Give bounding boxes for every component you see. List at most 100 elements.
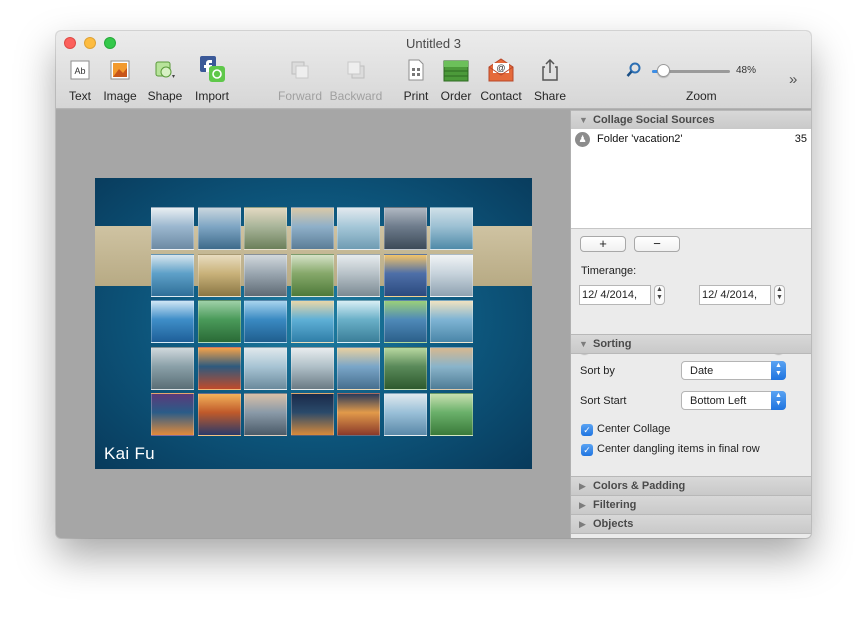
collage-name-text[interactable]: Kai Fu [104,444,155,464]
forward-button[interactable]: Forward [276,57,324,107]
center-collage-label: Center Collage [597,423,671,435]
zoom-slider[interactable] [652,64,730,77]
collage-photo[interactable] [197,207,241,250]
collage-photo[interactable] [197,393,241,436]
center-collage-checkbox[interactable]: ✓ [581,424,593,436]
collage-photo[interactable] [290,393,334,436]
image-tool-label: Image [103,89,137,103]
collage-photo[interactable] [430,253,473,297]
timerange-end-stepper[interactable]: ▲ ▼ [774,285,785,305]
chevron-updown-icon: ▲ ▼ [771,391,786,410]
contact-label: Contact [480,89,522,103]
center-dangling-checkbox[interactable]: ✓ [581,444,593,456]
contact-envelope-icon: @ [488,58,514,82]
zoom-percent: 48% [736,65,757,76]
import-tool-button[interactable]: Import [192,56,232,107]
collage-photo[interactable] [290,300,334,343]
sort-by-label: Sort by [580,365,615,377]
bring-forward-icon [291,61,309,79]
import-tool-label: Import [194,89,229,103]
zoom-magnifier-icon [626,62,641,77]
collage-photo[interactable] [337,253,380,297]
collage-photo[interactable] [383,253,427,297]
svg-text:Ab: Ab [74,66,85,76]
collage-photo[interactable] [151,393,194,436]
collage-photo[interactable] [244,207,287,250]
collage-photo[interactable] [151,346,194,390]
colors-padding-header[interactable]: ▶ Colors & Padding [571,476,811,496]
disclosure-closed-icon: ▶ [579,500,586,510]
shape-icon [155,61,175,78]
text-tool-label: Text [68,89,91,103]
filtering-header[interactable]: ▶ Filtering [571,495,811,515]
timerange-start-stepper[interactable]: ▲ ▼ [654,285,665,305]
collage-photo[interactable] [151,300,194,343]
timerange-label: Timerange: [581,265,637,277]
collage-photo[interactable] [151,207,194,250]
order-label: Order [440,89,472,103]
collage-photo[interactable] [337,346,380,390]
list-item[interactable]: ♟ Folder 'vacation2' 35 [571,131,811,149]
collage-photo[interactable] [244,393,287,436]
add-source-button[interactable]: + [580,236,626,252]
collage-photo[interactable] [244,346,287,390]
toolbar-overflow-button[interactable]: » [789,71,797,88]
collage-photo[interactable] [337,393,380,436]
social-sources-header[interactable]: ▼ Collage Social Sources [571,110,811,130]
collage-photo[interactable] [383,207,427,250]
collage-photo[interactable] [337,207,380,250]
text-tool-button[interactable]: Ab Text [64,57,96,107]
collage-photo[interactable] [337,300,380,343]
sorting-header[interactable]: ▼ Sorting [571,334,811,354]
collage-photo[interactable] [197,253,241,297]
image-tool-button[interactable]: Image [102,57,138,107]
timerange-start-field[interactable]: 12/ 4/2014, [579,285,651,305]
collage-photo[interactable] [244,300,287,343]
zoom-slider-knob[interactable] [657,64,671,77]
collage-photo[interactable] [290,346,334,390]
collage-photo[interactable] [430,393,473,436]
collage-photo[interactable] [290,253,334,297]
remove-source-button[interactable]: − [634,236,680,252]
disclosure-open-icon: ▼ [579,339,588,349]
canvas-area[interactable]: Kai Fu [56,110,570,538]
contact-button[interactable]: @ Contact [478,57,524,107]
objects-header[interactable]: ▶ Objects [571,514,811,534]
center-dangling-label: Center dangling items in final row [597,443,760,455]
chevron-updown-icon: ▲ ▼ [771,361,786,380]
print-button[interactable]: Print [399,57,433,107]
window-title: Untitled 3 [406,36,461,51]
source-list[interactable]: ♟ Folder 'vacation2' 35 [571,129,811,229]
collage-canvas[interactable]: Kai Fu [95,178,532,469]
order-button[interactable]: Order [439,57,473,107]
share-icon [542,59,558,81]
collage-photo[interactable] [151,253,194,297]
sort-start-label: Sort Start [580,395,627,407]
text-icon: Ab [70,60,90,80]
share-button[interactable]: Share [532,57,568,107]
share-label: Share [533,89,567,103]
collage-photo[interactable] [383,300,427,343]
forward-label: Forward [277,89,322,103]
collage-photo[interactable] [430,346,473,390]
print-label: Print [403,89,429,103]
sort-start-select[interactable]: Bottom Left ▲ ▼ [681,391,786,410]
send-backward-icon [347,61,365,79]
backward-button[interactable]: Backward [328,57,384,107]
image-icon [110,60,130,80]
collage-photo[interactable] [244,253,287,297]
collage-photo[interactable] [197,346,241,390]
backward-label: Backward [329,89,383,103]
sort-by-select[interactable]: Date ▲ ▼ [681,361,786,380]
collage-photo[interactable] [290,207,334,250]
collage-photo[interactable] [383,393,427,436]
inspector-sidebar: ▼ Collage Social Sources ♟ Folder 'vacat… [570,110,811,538]
import-icon [200,56,225,82]
collage-photo[interactable] [383,346,427,390]
collage-photo[interactable] [430,300,473,343]
collage-photo[interactable] [430,207,473,250]
collage-photo[interactable] [197,300,241,343]
timerange-end-field[interactable]: 12/ 4/2014, [699,285,771,305]
zoom-label: Zoom [686,89,717,103]
shape-tool-button[interactable]: Shape [146,57,184,107]
